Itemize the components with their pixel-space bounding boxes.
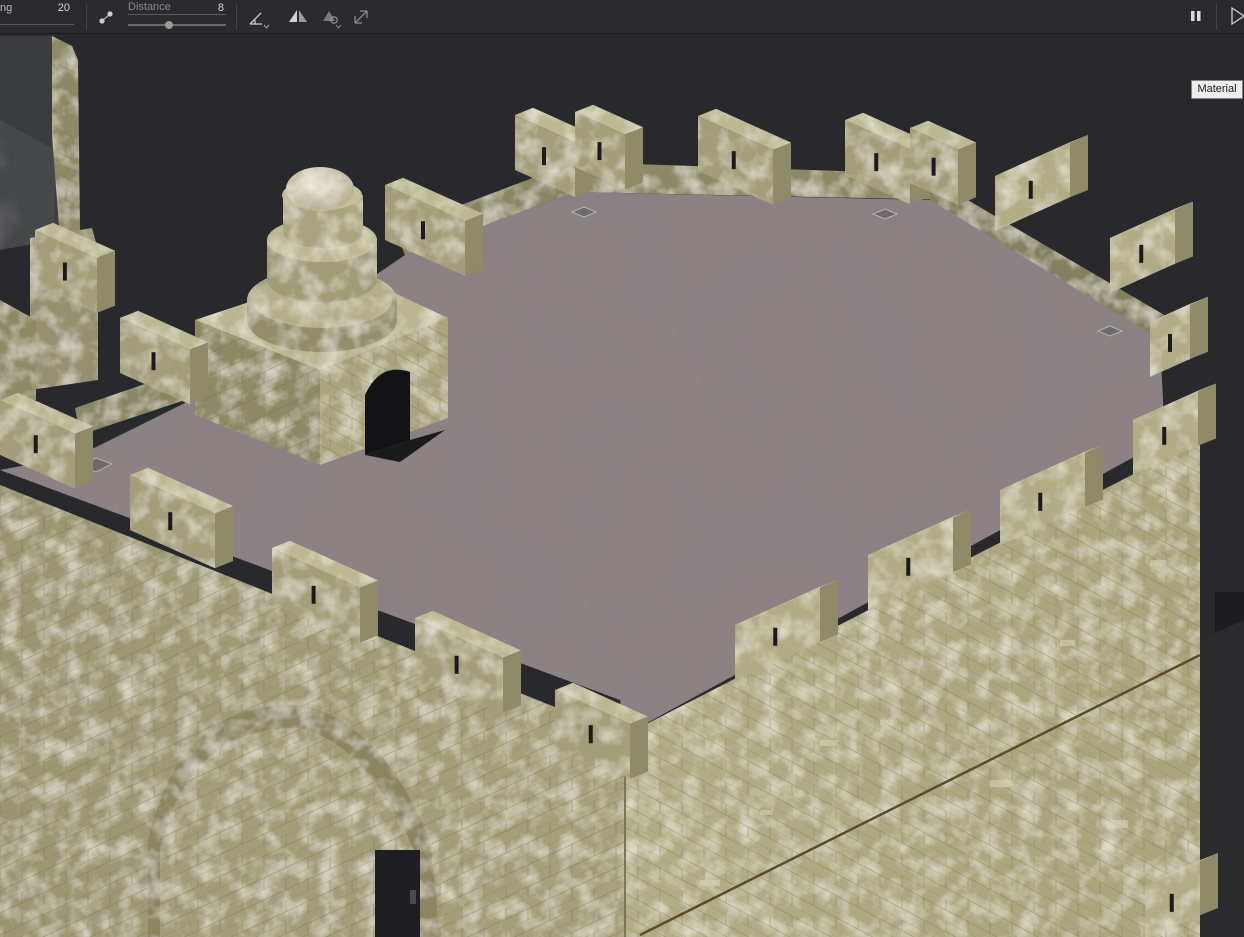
merlon [1150, 296, 1208, 377]
play-icon[interactable] [1231, 7, 1244, 25]
toolbar-separator [86, 4, 87, 30]
angle-snap-icon[interactable] [247, 8, 271, 30]
background-tower-left [0, 36, 98, 410]
pivot-rotate-icon[interactable] [320, 8, 342, 30]
spacing-value-field[interactable]: 20 [34, 2, 70, 14]
pause-icon[interactable] [1190, 10, 1202, 22]
mirror-icon[interactable] [288, 8, 308, 24]
toolbar-separator [236, 4, 237, 30]
spacing-label: ng [0, 2, 13, 14]
snap-points-icon[interactable] [98, 8, 116, 26]
distance-value-field[interactable]: 8 [190, 2, 224, 14]
material-tooltip: Material [1191, 80, 1243, 99]
spacing-field-underline [0, 24, 74, 25]
toolbar-separator [1216, 4, 1217, 30]
merlon [1110, 201, 1193, 293]
merlon [995, 135, 1088, 231]
distance-slider-thumb[interactable] [165, 21, 174, 29]
editor-toolbar: ng 20 Distance 8 [0, 0, 1244, 34]
distance-label: Distance [128, 1, 171, 13]
stairwell-dome [286, 167, 354, 211]
scene-viewport[interactable]: Material [0, 35, 1244, 937]
transform-icon[interactable] [352, 8, 370, 26]
castle-tower-render [0, 36, 1244, 937]
distance-slider-track[interactable] [128, 24, 226, 26]
distance-field-underline [128, 14, 226, 15]
